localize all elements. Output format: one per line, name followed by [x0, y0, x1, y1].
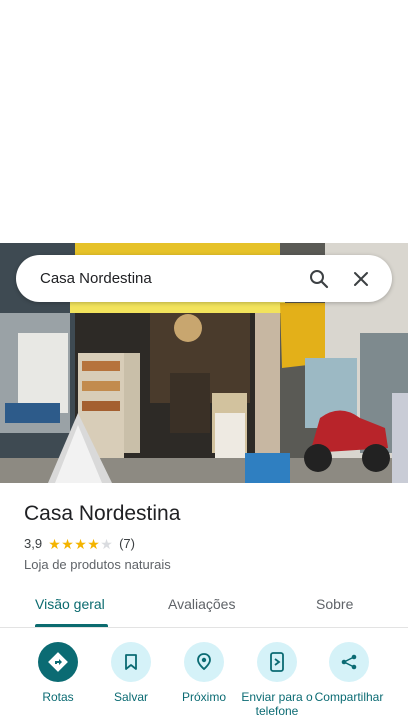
- rating-value: 3,9: [24, 536, 43, 551]
- send-to-phone-label: Enviar para o telefone: [241, 690, 313, 718]
- nearby-label: Próximo: [181, 690, 226, 704]
- search-bar[interactable]: Casa Nordestina: [16, 255, 392, 302]
- directions-label: Rotas: [42, 690, 74, 704]
- bookmark-icon: [111, 642, 151, 682]
- nearby-button[interactable]: Próximo: [166, 642, 242, 704]
- tab-reviews[interactable]: Avaliações: [168, 596, 235, 612]
- nearby-icon: [184, 642, 224, 682]
- directions-icon: [38, 642, 78, 682]
- search-input[interactable]: Casa Nordestina: [40, 270, 308, 287]
- save-label: Salvar: [113, 690, 148, 704]
- star-icon: ★: [61, 535, 74, 552]
- close-icon[interactable]: [350, 268, 372, 290]
- save-button[interactable]: Salvar: [93, 642, 169, 704]
- star-icon: ★: [87, 535, 100, 552]
- star-icon: ★: [100, 535, 113, 552]
- star-icon: ★: [74, 535, 87, 552]
- share-icon: [329, 642, 369, 682]
- tab-bar: Visão geral Avaliações Sobre: [0, 588, 408, 628]
- review-count[interactable]: (7): [119, 536, 135, 551]
- rating-row[interactable]: 3,9 ★ ★ ★ ★ ★ (7): [24, 536, 135, 551]
- directions-button[interactable]: Rotas: [20, 642, 96, 704]
- share-button[interactable]: Compartilhar: [311, 642, 387, 704]
- map-area[interactable]: [0, 0, 408, 243]
- star-rating: ★ ★ ★ ★ ★: [48, 537, 113, 551]
- share-label: Compartilhar: [314, 690, 384, 704]
- place-title: Casa Nordestina: [24, 502, 181, 525]
- tab-about[interactable]: Sobre: [316, 596, 353, 612]
- search-icon[interactable]: [308, 268, 330, 290]
- tab-overview[interactable]: Visão geral: [35, 596, 105, 612]
- send-to-phone-icon: [257, 642, 297, 682]
- active-tab-indicator: [35, 624, 108, 627]
- place-category[interactable]: Loja de produtos naturais: [24, 557, 171, 572]
- place-page: Casa Nordestina Casa Nordestina 3,9 ★ ★ ★ ★…: [0, 0, 408, 726]
- action-bar: Rotas Salvar Próximo Enviar para o telef…: [0, 642, 408, 726]
- send-to-phone-button[interactable]: Enviar para o telefone: [239, 642, 315, 718]
- star-icon: ★: [48, 535, 61, 552]
